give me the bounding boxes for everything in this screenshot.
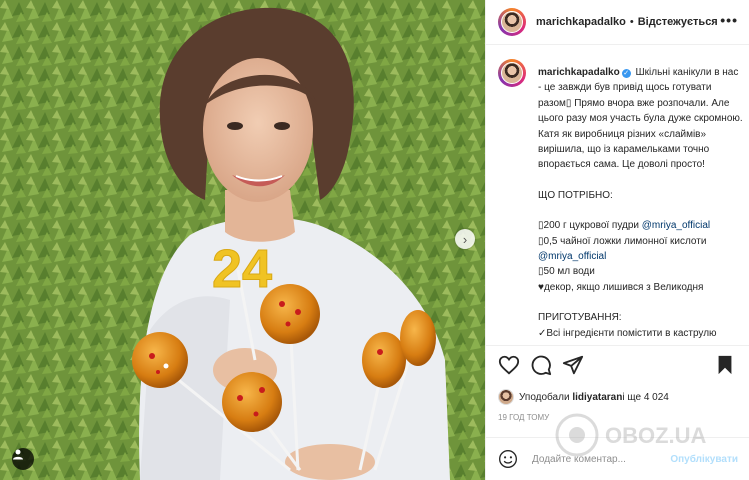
post-header: marichkapadalko • Відстежується •••: [486, 0, 749, 45]
caption-text: marichkapadalko ✓ Шкільні канікули в нас …: [538, 65, 743, 341]
ingredient-line: @mriya_official: [538, 249, 743, 264]
user-icon: [13, 449, 23, 460]
mention-link[interactable]: @mriya_official: [642, 220, 710, 231]
post-actions: [498, 354, 738, 378]
next-photo-button[interactable]: ›: [455, 229, 475, 249]
avatar[interactable]: [498, 8, 526, 36]
share-icon[interactable]: [562, 354, 584, 376]
header-username[interactable]: marichkapadalko: [536, 16, 626, 28]
caption-body: Шкільні канікули в нас - це завжди був п…: [538, 67, 743, 171]
chevron-right-icon: ›: [462, 231, 468, 247]
heart-icon[interactable]: [498, 354, 520, 376]
verified-badge-icon: ✓: [621, 69, 631, 78]
instagram-post: 24 › marichkapadalko • Відстежується •••…: [0, 0, 749, 480]
follow-status-button[interactable]: Відстежується: [638, 16, 718, 28]
likes-prefix: Уподобали: [519, 391, 570, 403]
likes-count[interactable]: і ще 4 024: [622, 392, 668, 403]
caption-area: marichkapadalko ✓ Шкільні канікули в нас …: [486, 45, 749, 345]
ingredient-line: ♥декор, якщо лишився з Великодня: [538, 280, 743, 295]
step-line: ✓Всі інгредієнти помістити в каструлю: [538, 327, 717, 339]
mention-link[interactable]: @mriya_official: [538, 251, 606, 262]
post-comment-button[interactable]: Опублікувати: [670, 454, 738, 465]
ingredient-text: ▯200 г цукрової пудри: [538, 220, 642, 232]
comment-input[interactable]: [530, 452, 684, 466]
comment-bar: Опублікувати: [486, 438, 749, 480]
bookmark-icon[interactable]: [714, 354, 736, 376]
divider: [486, 345, 749, 346]
caption-avatar[interactable]: [498, 59, 526, 87]
liker-avatar[interactable]: [498, 389, 514, 405]
smile-icon[interactable]: [498, 449, 518, 469]
section-title-2: ПРИГОТУВАННЯ:: [538, 312, 622, 324]
section-title: ЩО ПОТРІБНО:: [538, 189, 613, 201]
more-options-icon[interactable]: •••: [720, 12, 738, 28]
photo-illustration: 24: [0, 0, 485, 480]
ingredient-line: ▯200 г цукрової пудри @mriya_official: [538, 218, 743, 233]
svg-text:24: 24: [212, 239, 272, 299]
liker-username[interactable]: lidiyataran: [572, 392, 622, 403]
post-timestamp[interactable]: 19 год тому: [498, 413, 549, 422]
ingredient-text: ♥декор, якщо лишився з Великодня: [538, 281, 704, 293]
ingredient-line: ▯0,5 чайної ложки лимонної кислоти: [538, 234, 743, 249]
header-separator: •: [629, 16, 634, 28]
post-side-panel: marichkapadalko • Відстежується ••• mari…: [485, 0, 749, 480]
ingredient-text: ▯0,5 чайної ложки лимонної кислоти: [538, 235, 707, 247]
tagged-users-button[interactable]: [12, 448, 34, 470]
post-photo[interactable]: 24 ›: [0, 0, 485, 480]
likes-summary: Уподобали lidiyataran і ще 4 024: [498, 389, 669, 405]
caption-username[interactable]: marichkapadalko: [538, 67, 620, 78]
comment-icon[interactable]: [530, 354, 552, 376]
ingredient-line: ▯50 мл води: [538, 264, 743, 279]
ingredient-text: ▯50 мл води: [538, 266, 595, 278]
